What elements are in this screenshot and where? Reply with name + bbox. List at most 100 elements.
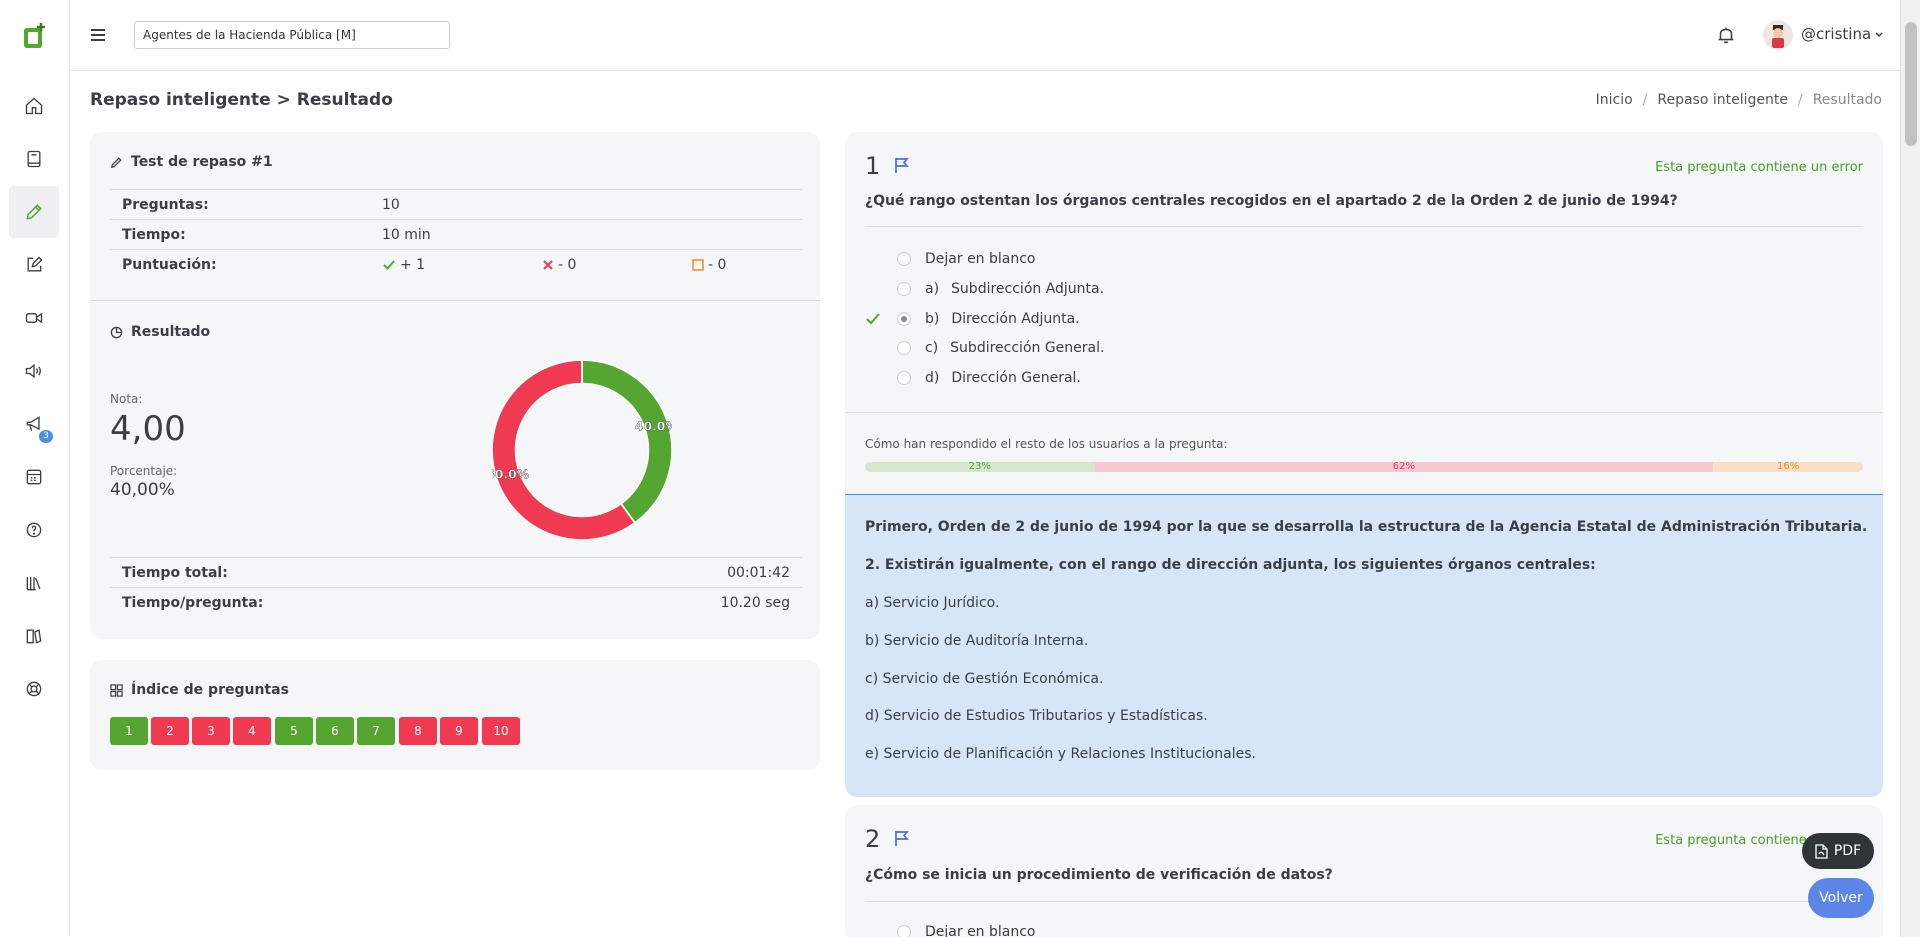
option-letter: c) xyxy=(925,340,939,356)
page-scrollbar[interactable] xyxy=(1900,0,1920,937)
question-number: 2 xyxy=(865,825,881,853)
option-d[interactable]: d) Dirección General. xyxy=(897,367,1081,389)
option-letter: b) xyxy=(925,311,940,327)
explanation-line: c) Servicio de Gestión Económica. xyxy=(865,671,1104,687)
porcentaje-label: Porcentaje: xyxy=(110,464,178,478)
question-number: 1 xyxy=(865,152,881,180)
answer-stat-segment: 23% xyxy=(865,462,1095,472)
tiempo-pregunta-label: Tiempo/pregunta: xyxy=(122,595,264,611)
radio-button[interactable] xyxy=(897,371,911,385)
option-b[interactable]: b) Dirección Adjunta. xyxy=(897,308,1080,330)
notebook-icon xyxy=(26,629,42,644)
sidebar-item-calendar[interactable] xyxy=(9,451,59,503)
question-index-card: Índice de preguntas xyxy=(90,660,820,770)
correct-check-icon xyxy=(866,313,880,325)
answer-stat-segment: 62% xyxy=(1094,462,1714,472)
flag-icon[interactable] xyxy=(893,156,911,174)
divider xyxy=(865,901,1863,902)
notifications-bell-icon[interactable] xyxy=(1715,24,1737,46)
donut-slice-label: 40.0% xyxy=(635,419,672,433)
sidebar-item-home[interactable] xyxy=(9,80,59,132)
question-index-button[interactable]: 7 xyxy=(357,717,395,745)
grid-icon xyxy=(110,683,123,697)
question-index-button[interactable]: 2 xyxy=(151,717,189,745)
check-icon xyxy=(383,260,395,270)
sidebar-item-help[interactable] xyxy=(9,504,59,556)
option-text: Dirección General. xyxy=(951,370,1081,386)
sidebar-item-pencil[interactable] xyxy=(9,186,59,238)
question-index-button[interactable]: 4 xyxy=(233,717,271,745)
sidebar-item-book[interactable] xyxy=(9,133,59,185)
support-icon xyxy=(26,681,42,697)
option-text: Dejar en blanco xyxy=(925,251,1036,267)
radio-button[interactable] xyxy=(897,282,911,296)
radio-button[interactable] xyxy=(897,925,911,937)
option-blank[interactable]: Dejar en blanco xyxy=(897,248,1036,270)
question-index-button[interactable]: 3 xyxy=(192,717,230,745)
username[interactable]: @cristina xyxy=(1801,25,1871,43)
home-icon xyxy=(25,97,43,115)
question-index-button[interactable]: 9 xyxy=(440,717,478,745)
question-index-button[interactable]: 1 xyxy=(110,717,148,745)
question-card: 2 Esta pregunta contiene un error ¿Cómo … xyxy=(845,805,1883,937)
info-row-preguntas: Preguntas: 10 xyxy=(110,189,802,219)
logo-icon[interactable] xyxy=(22,22,48,50)
cross-icon xyxy=(543,260,553,270)
question-index-button[interactable]: 8 xyxy=(399,717,437,745)
tiempo-label: Tiempo: xyxy=(122,227,186,243)
explanation-line: b) Servicio de Auditoría Interna. xyxy=(865,633,1089,649)
course-selector[interactable]: Agentes de la Hacienda Pública [M] xyxy=(134,21,450,49)
radio-button[interactable] xyxy=(897,341,911,355)
flag-icon[interactable] xyxy=(893,829,911,847)
sidebar-item-notebook[interactable] xyxy=(9,610,59,662)
report-error-link[interactable]: Esta pregunta contiene un error xyxy=(1655,160,1863,175)
breadcrumb-repaso[interactable]: Repaso inteligente xyxy=(1657,92,1788,108)
audio-icon xyxy=(25,363,41,379)
radio-button[interactable] xyxy=(897,252,911,266)
pdf-file-icon xyxy=(1815,843,1828,859)
question-index-button[interactable]: 6 xyxy=(316,717,354,745)
sidebar-item-audio[interactable] xyxy=(9,345,59,397)
divider xyxy=(90,300,820,301)
test-title-text: Test de repaso #1 xyxy=(131,154,273,170)
radio-button-selected[interactable] xyxy=(897,312,911,326)
result-title-text: Resultado xyxy=(131,324,211,340)
question-text: ¿Cómo se inicia un procedimiento de veri… xyxy=(865,867,1333,883)
explanation-line: Primero, Orden de 2 de junio de 1994 por… xyxy=(865,519,1868,535)
sidebar-item-library[interactable] xyxy=(9,557,59,609)
sidebar: 3 xyxy=(0,0,70,937)
nota-label: Nota: xyxy=(110,392,143,406)
tiempo-pregunta-value: 10.20 seg xyxy=(720,595,790,611)
calendar-icon xyxy=(26,469,42,485)
divider xyxy=(845,412,1883,413)
answer-stat-segment: 16% xyxy=(1713,462,1863,472)
option-a[interactable]: a) Subdirección Adjunta. xyxy=(897,278,1104,300)
hamburger-menu-icon[interactable] xyxy=(88,25,108,45)
option-letter: a) xyxy=(925,281,940,297)
donut-slice xyxy=(581,360,672,524)
sidebar-item-edit[interactable] xyxy=(9,239,59,291)
volver-button[interactable]: Volver xyxy=(1808,878,1874,918)
sidebar-item-video[interactable] xyxy=(9,292,59,344)
sidebar-item-megaphone[interactable]: 3 xyxy=(9,398,59,450)
avatar[interactable] xyxy=(1763,20,1793,50)
test-summary-card: Test de repaso #1 Preguntas: 10 Tiempo: … xyxy=(90,132,820,639)
explanation-line: d) Servicio de Estudios Tributarios y Es… xyxy=(865,708,1208,724)
breadcrumb-inicio[interactable]: Inicio xyxy=(1596,92,1633,108)
info-row-puntuacion: Puntuación: + 1 - 0 - 0 xyxy=(110,249,802,279)
info-row-tiempo-pregunta: Tiempo/pregunta: 10.20 seg xyxy=(110,587,802,617)
result-donut-chart: 40.0% 60.0% xyxy=(492,360,672,540)
pdf-button-label: PDF xyxy=(1833,843,1862,859)
question-index-button[interactable]: 5 xyxy=(275,717,313,745)
pdf-button[interactable]: PDF xyxy=(1802,833,1874,869)
option-c[interactable]: c) Subdirección General. xyxy=(897,337,1104,359)
question-index-button[interactable]: 10 xyxy=(482,717,520,745)
scroll-thumb[interactable] xyxy=(1905,22,1917,146)
sidebar-item-support[interactable] xyxy=(9,663,59,715)
score-blank: - 0 xyxy=(692,257,726,273)
library-icon xyxy=(26,577,41,591)
option-blank[interactable]: Dejar en blanco xyxy=(897,921,1036,937)
edit-icon xyxy=(27,256,43,272)
preguntas-label: Preguntas: xyxy=(122,197,209,213)
chevron-down-icon[interactable] xyxy=(1874,31,1884,39)
